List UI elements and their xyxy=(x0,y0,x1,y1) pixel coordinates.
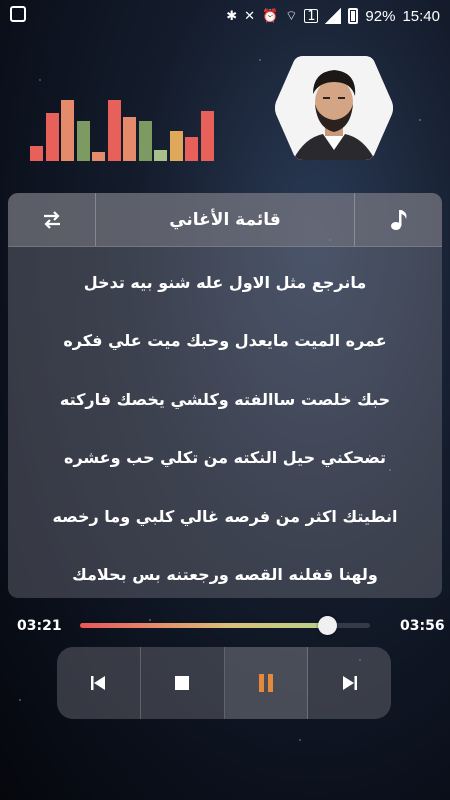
lyric-line: تضحكني حيل النكته من تكلي حب وعشره xyxy=(64,448,387,468)
seek-bar[interactable] xyxy=(80,616,370,635)
seek-bar-thumb[interactable] xyxy=(317,616,337,635)
equalizer-bar xyxy=(107,100,121,161)
playlist-header: قائمة الأغاني xyxy=(8,193,442,247)
battery-level: 92% xyxy=(365,7,396,25)
equalizer-bar xyxy=(45,113,59,161)
lyrics-list: مانرجع مثل الاول عله شنو بيه تدخل عمره ا… xyxy=(8,247,442,598)
lyric-line: انطيتك اكثر من فرصه غالي كلبي وما رخصه xyxy=(52,506,398,526)
lyric-line: مانرجع مثل الاول عله شنو بيه تدخل xyxy=(83,272,367,292)
status-right: ✱ ✕ ⏰ ⌔ 1 92% 15:40 xyxy=(226,8,440,25)
status-left xyxy=(10,6,26,26)
pause-icon xyxy=(258,674,273,692)
battery-icon xyxy=(348,8,359,24)
pause-button[interactable] xyxy=(224,647,309,719)
signal-icon xyxy=(325,8,342,24)
alarm-icon: ⏰ xyxy=(262,8,279,24)
equalizer-bar xyxy=(138,121,152,161)
equalizer-bar xyxy=(154,150,167,161)
notification-count-badge: 1 xyxy=(304,9,319,24)
total-time: 03:56 xyxy=(400,618,445,634)
app-notification-icon xyxy=(10,6,26,22)
lyrics-panel: قائمة الأغاني مانرجع مثل الاول عله شنو ب… xyxy=(8,193,442,598)
lyric-line: حبك خلصت ساالفته وكلشي يخصك فاركته xyxy=(59,389,391,409)
previous-button[interactable] xyxy=(57,647,141,719)
next-button[interactable] xyxy=(308,647,391,719)
repeat-button[interactable] xyxy=(8,193,96,246)
mute-icon: ✕ xyxy=(244,8,255,24)
current-time: 03:21 xyxy=(17,618,62,634)
music-button[interactable] xyxy=(354,193,442,246)
playlist-title[interactable]: قائمة الأغاني xyxy=(96,193,354,246)
lyric-line: ولهنا قفلنه القصه ورجعتنه بس بحلامك xyxy=(72,565,378,585)
stop-button[interactable] xyxy=(141,647,225,719)
repeat-icon xyxy=(43,210,60,229)
seek-bar-progress xyxy=(80,623,327,628)
equalizer-bar xyxy=(30,146,43,161)
equalizer-bar xyxy=(185,137,198,161)
equalizer-visualizer xyxy=(30,95,215,161)
equalizer-bar xyxy=(200,111,214,161)
equalizer-bar xyxy=(169,131,183,161)
artist-avatar-image xyxy=(275,56,393,160)
bluetooth-icon: ✱ xyxy=(226,8,238,24)
lyric-line: عمره الميت مايعدل وحبك ميت علي فكره xyxy=(63,331,387,351)
skip-previous-icon xyxy=(91,676,106,690)
equalizer-bar xyxy=(123,117,136,161)
status-bar: ✱ ✕ ⏰ ⌔ 1 92% 15:40 xyxy=(0,0,450,32)
artist-avatar xyxy=(273,52,395,164)
stop-icon xyxy=(175,676,190,690)
equalizer-bar xyxy=(76,121,90,161)
playback-controls xyxy=(57,647,391,719)
equalizer-bar xyxy=(92,152,105,161)
clock: 15:40 xyxy=(402,7,440,25)
skip-next-icon xyxy=(342,676,357,690)
music-note-icon xyxy=(390,209,406,230)
equalizer-bar xyxy=(61,100,74,161)
wifi-icon: ⌔ xyxy=(285,9,298,24)
